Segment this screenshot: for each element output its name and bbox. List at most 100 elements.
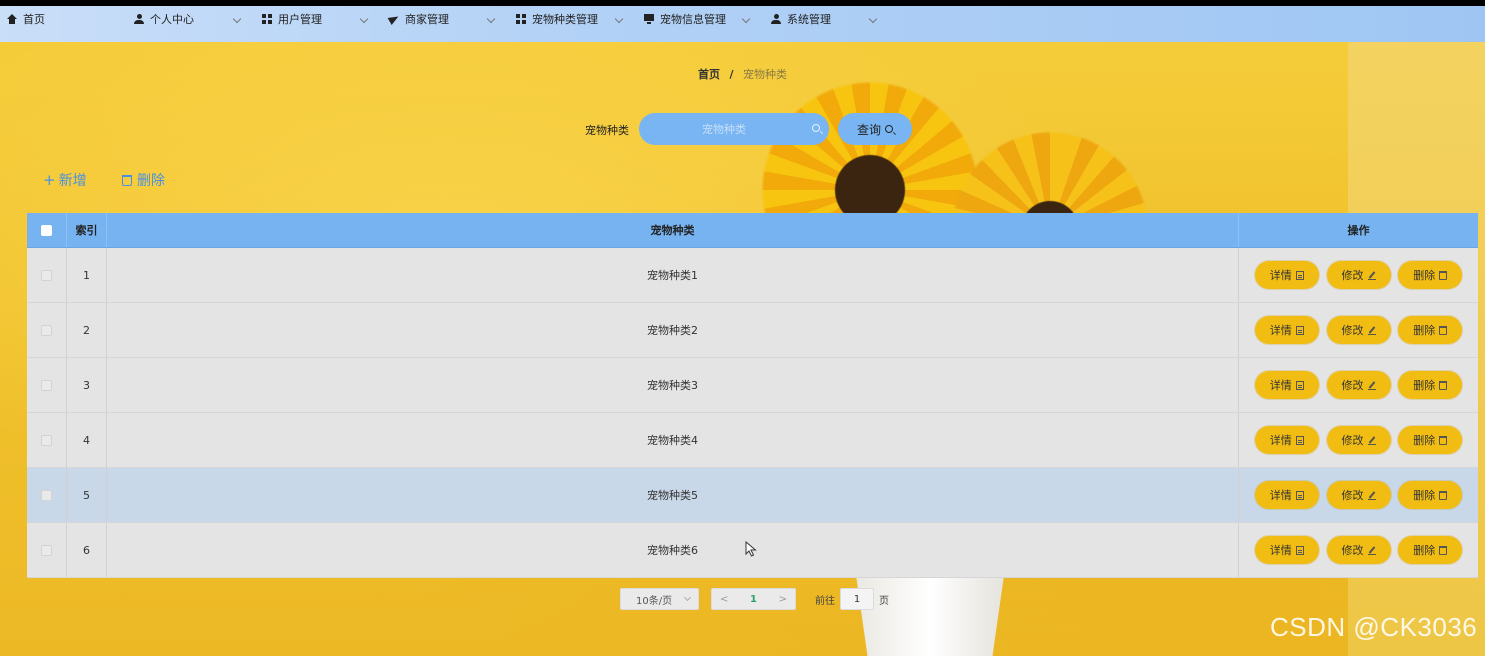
edit-icon <box>1367 491 1376 500</box>
row-index: 5 <box>67 468 107 522</box>
trash-icon <box>1439 435 1448 445</box>
trash-icon <box>1439 490 1448 500</box>
table-row: 1 宠物种类1 详情 修改 删除 <box>27 248 1478 303</box>
chevron-down-icon[interactable] <box>359 6 369 32</box>
send-icon <box>389 14 399 24</box>
current-page-number[interactable]: 1 <box>750 594 757 605</box>
nav-item-label: 商家管理 <box>405 13 449 26</box>
page-size-select[interactable]: 10条/页 <box>620 588 699 610</box>
edit-icon <box>1367 546 1376 555</box>
row-checkbox[interactable] <box>41 544 52 556</box>
detail-button[interactable]: 详情 <box>1254 426 1319 454</box>
nav-item-personal-center[interactable]: 个人中心 <box>134 6 194 32</box>
edit-button[interactable]: 修改 <box>1326 371 1391 399</box>
detail-label: 详情 <box>1269 269 1292 282</box>
query-button[interactable]: 查询 <box>838 113 912 145</box>
edit-label: 修改 <box>1341 379 1364 392</box>
chevron-down-icon[interactable] <box>868 6 878 32</box>
add-button[interactable]: + 新增 <box>43 170 87 190</box>
document-icon <box>1295 380 1304 390</box>
row-checkbox[interactable] <box>41 324 52 336</box>
column-header-index: 索引 <box>67 213 107 247</box>
edit-button[interactable]: 修改 <box>1326 316 1391 344</box>
select-all-checkbox[interactable] <box>41 224 52 236</box>
nav-item-pet-info-management[interactable]: 宠物信息管理 <box>644 6 726 32</box>
delete-button[interactable]: 删除 <box>1398 371 1463 399</box>
row-index: 4 <box>67 413 107 467</box>
batch-delete-button[interactable]: 删除 <box>122 170 165 190</box>
trash-icon <box>122 174 132 186</box>
chevron-down-icon[interactable] <box>486 6 496 32</box>
document-icon <box>1295 490 1304 500</box>
search-icon <box>812 124 822 134</box>
delete-button[interactable]: 删除 <box>1398 536 1463 564</box>
chevron-down-icon[interactable] <box>232 6 242 32</box>
row-checkbox[interactable] <box>41 379 52 391</box>
delete-label: 删除 <box>1413 269 1436 282</box>
edit-label: 修改 <box>1341 269 1364 282</box>
next-page-button[interactable]: > <box>779 594 787 605</box>
edit-label: 修改 <box>1341 434 1364 447</box>
search-input[interactable] <box>639 113 829 145</box>
detail-button[interactable]: 详情 <box>1254 536 1319 564</box>
delete-button[interactable]: 删除 <box>1398 426 1463 454</box>
table-row: 3 宠物种类3 详情 修改 删除 <box>27 358 1478 413</box>
nav-item-label: 用户管理 <box>278 13 322 26</box>
chevron-down-icon[interactable] <box>741 6 751 32</box>
edit-label: 修改 <box>1341 544 1364 557</box>
user-icon <box>134 14 144 24</box>
edit-button[interactable]: 修改 <box>1326 261 1391 289</box>
detail-button[interactable]: 详情 <box>1254 371 1319 399</box>
detail-button[interactable]: 详情 <box>1254 316 1319 344</box>
trash-icon <box>1439 545 1448 555</box>
search-icon <box>885 125 893 133</box>
goto-page-input[interactable] <box>840 588 874 610</box>
top-navbar: 首页 个人中心 用户管理 商家管理 宠物种类管理 宠物信息管理 系统管理 <box>0 6 1485 42</box>
nav-item-pet-type-management[interactable]: 宠物种类管理 <box>516 6 598 32</box>
delete-button[interactable]: 删除 <box>1398 481 1463 509</box>
detail-label: 详情 <box>1269 489 1292 502</box>
delete-label: 删除 <box>1413 379 1436 392</box>
row-checkbox[interactable] <box>41 489 52 501</box>
edit-button[interactable]: 修改 <box>1326 481 1391 509</box>
edit-icon <box>1367 436 1376 445</box>
monitor-icon <box>644 14 654 24</box>
row-checkbox[interactable] <box>41 434 52 446</box>
mouse-cursor-icon <box>745 541 757 557</box>
document-icon <box>1295 270 1304 280</box>
nav-item-user-management[interactable]: 用户管理 <box>262 6 322 32</box>
nav-item-merchant-management[interactable]: 商家管理 <box>389 6 449 32</box>
breadcrumb-home[interactable]: 首页 <box>698 68 720 81</box>
prev-page-button[interactable]: < <box>720 594 728 605</box>
row-pet-type: 宠物种类6 <box>107 523 1239 577</box>
detail-button[interactable]: 详情 <box>1254 481 1319 509</box>
trash-icon <box>1439 380 1448 390</box>
breadcrumb-current: 宠物种类 <box>743 68 788 81</box>
header-select-all[interactable] <box>27 213 67 247</box>
edit-button[interactable]: 修改 <box>1326 426 1391 454</box>
table-row: 5 宠物种类5 详情 修改 删除 <box>27 468 1478 523</box>
document-icon <box>1295 325 1304 335</box>
row-index: 1 <box>67 248 107 302</box>
row-checkbox[interactable] <box>41 269 52 281</box>
detail-label: 详情 <box>1269 544 1292 557</box>
detail-button[interactable]: 详情 <box>1254 261 1319 289</box>
detail-label: 详情 <box>1269 434 1292 447</box>
chevron-down-icon[interactable] <box>614 6 624 32</box>
nav-item-home[interactable]: 首页 <box>7 6 45 32</box>
nav-item-system-management[interactable]: 系统管理 <box>771 6 831 32</box>
delete-button[interactable]: 删除 <box>1398 316 1463 344</box>
detail-label: 详情 <box>1269 379 1292 392</box>
table-row: 2 宠物种类2 详情 修改 删除 <box>27 303 1478 358</box>
nav-item-label: 系统管理 <box>787 13 831 26</box>
nav-item-label: 宠物种类管理 <box>532 13 598 26</box>
edit-icon <box>1367 381 1376 390</box>
delete-button[interactable]: 删除 <box>1398 261 1463 289</box>
edit-button[interactable]: 修改 <box>1326 536 1391 564</box>
home-icon <box>7 14 17 24</box>
table-row: 4 宠物种类4 详情 修改 删除 <box>27 413 1478 468</box>
row-index: 6 <box>67 523 107 577</box>
document-icon <box>1295 545 1304 555</box>
plus-icon: + <box>43 170 56 189</box>
row-pet-type: 宠物种类1 <box>107 248 1239 302</box>
